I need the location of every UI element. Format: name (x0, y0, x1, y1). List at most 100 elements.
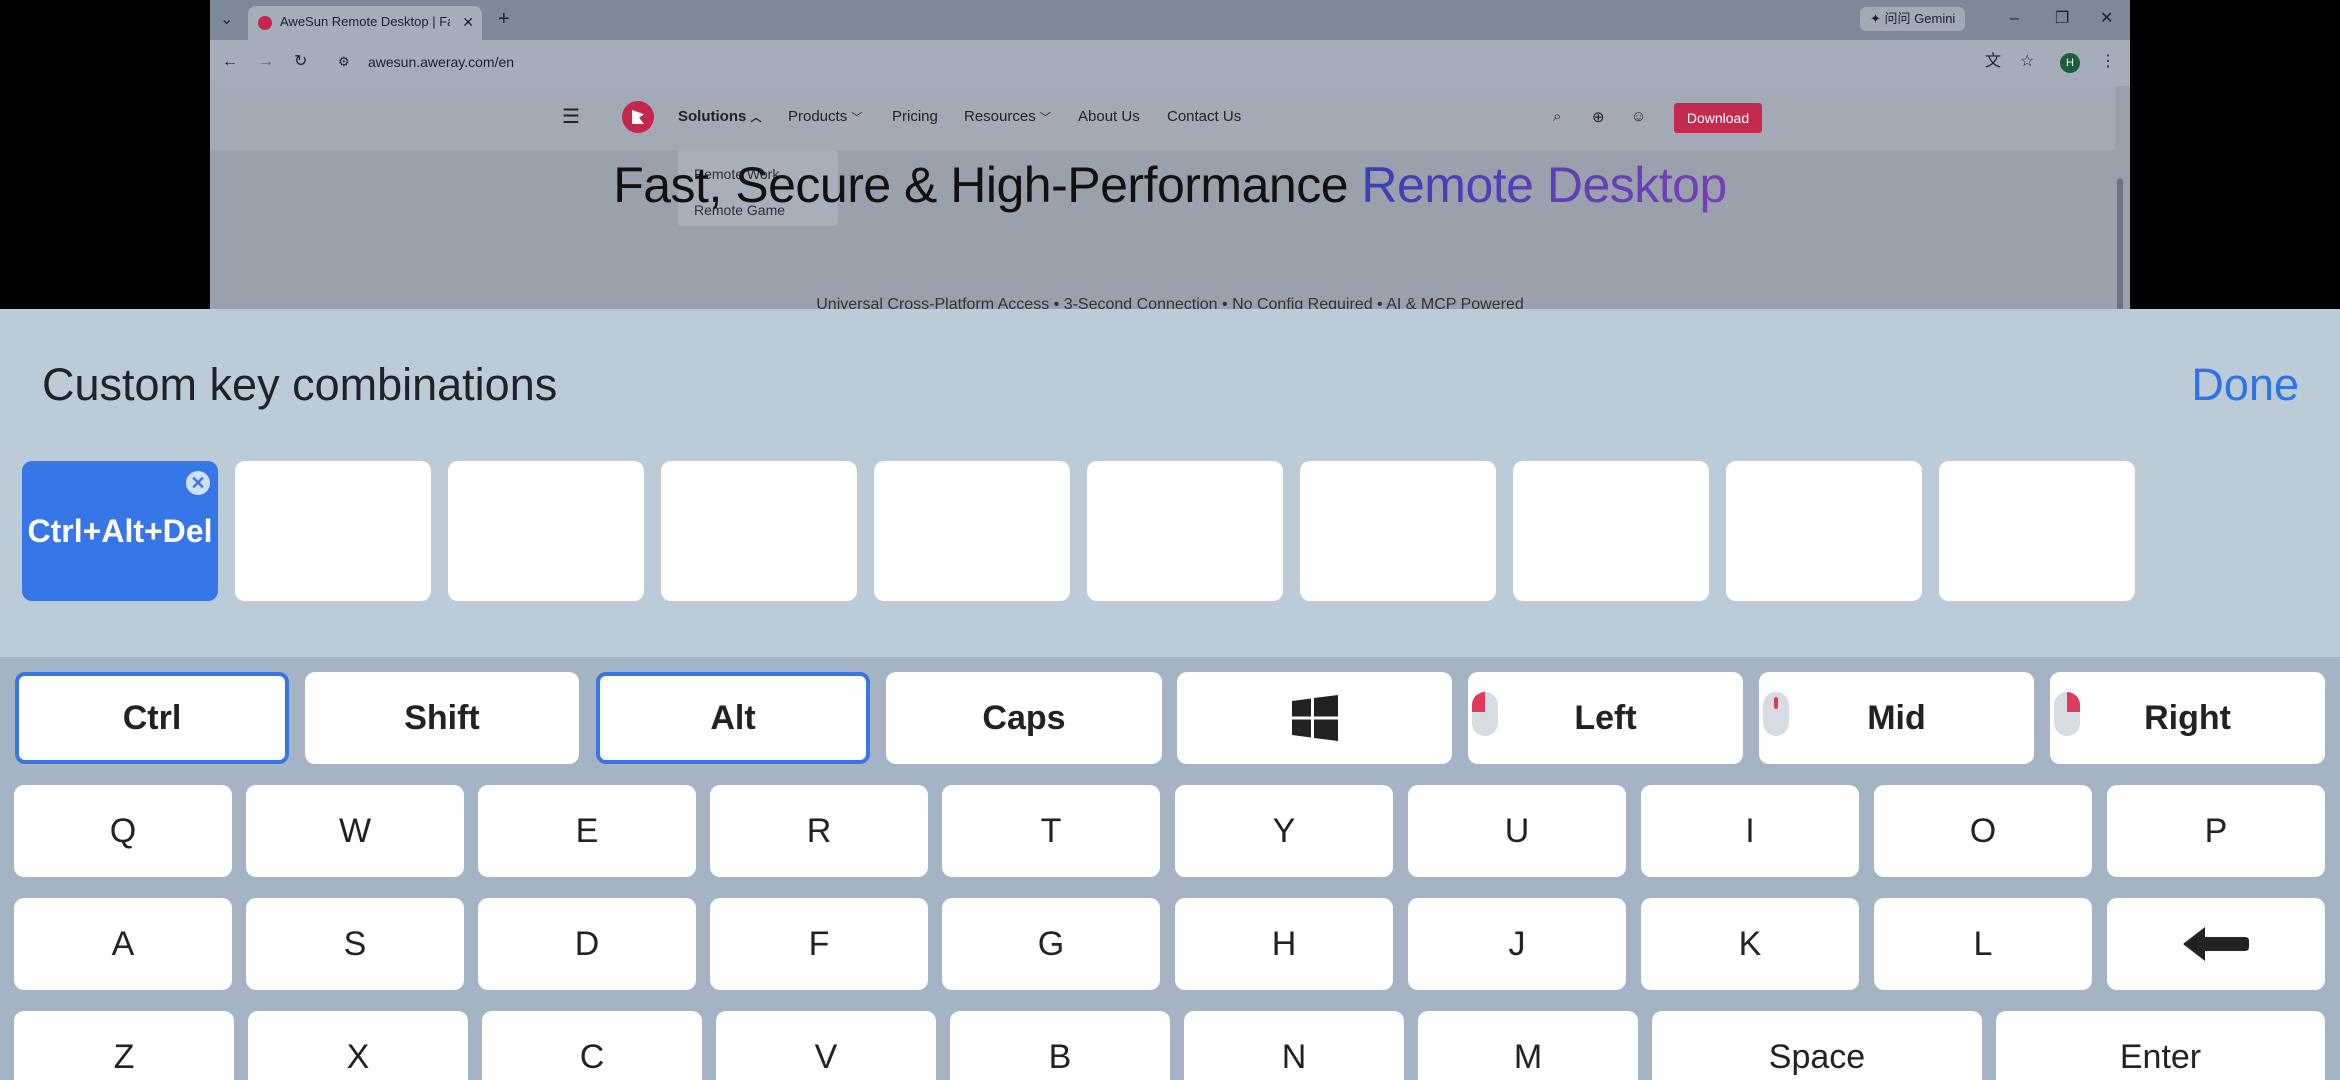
tab-bar: ⌄ AweSun Remote Desktop | Fa ✕ + ✦ 问问 Ge… (210, 0, 2130, 40)
remove-combo-icon[interactable]: ✕ (186, 471, 210, 495)
profile-avatar[interactable]: H (2060, 53, 2080, 73)
key-y-label: Y (1272, 811, 1296, 850)
restore-icon[interactable]: ❐ (2055, 9, 2069, 29)
key-b[interactable]: B (950, 1011, 1170, 1080)
key-combo-slot-3[interactable] (448, 461, 644, 601)
site-settings-icon[interactable]: ⚙ (338, 52, 350, 72)
key-combo-slot-8[interactable] (1513, 461, 1709, 601)
key-u[interactable]: U (1408, 785, 1626, 877)
nav-pricing[interactable]: Pricing (892, 108, 938, 125)
remote-desktop-view[interactable]: ⌄ AweSun Remote Desktop | Fa ✕ + ✦ 问问 Ge… (0, 0, 2340, 309)
key-g[interactable]: G (942, 898, 1160, 990)
back-icon[interactable]: ← (222, 52, 238, 72)
key-combo-label: Ctrl+Alt+Del (27, 513, 213, 549)
key-r[interactable]: R (710, 785, 928, 877)
nav-solutions[interactable]: Solutions ︿ (678, 108, 762, 125)
nav-about-us[interactable]: About Us (1078, 108, 1140, 125)
key-windows[interactable] (1177, 672, 1452, 764)
mouse-right-icon (2054, 692, 2080, 736)
key-p-label: P (2204, 811, 2228, 850)
key-t-label: T (1040, 811, 1062, 850)
key-combo-slot-5[interactable] (874, 461, 1070, 601)
awesun-logo[interactable] (622, 101, 654, 133)
hero-title: Fast, Secure & High-Performance Remote D… (210, 156, 2130, 214)
key-f[interactable]: F (710, 898, 928, 990)
key-i[interactable]: I (1641, 785, 1859, 877)
chevron-up-icon: ︿ (750, 112, 762, 124)
translate-icon[interactable]: 文 (1985, 52, 2001, 72)
globe-icon[interactable]: ⊕ (1592, 108, 1605, 126)
gemini-button[interactable]: ✦ 问问 Gemini (1860, 7, 1966, 31)
reload-icon[interactable]: ↻ (294, 52, 307, 72)
key-c[interactable]: C (482, 1011, 702, 1080)
key-mouse-middle[interactable]: Mid (1759, 672, 2034, 764)
key-k-label: K (1738, 924, 1762, 963)
new-tab-icon[interactable]: + (498, 9, 510, 29)
key-y[interactable]: Y (1175, 785, 1393, 877)
nav-resources[interactable]: Resources ﹀ (964, 108, 1051, 125)
download-button[interactable]: Download (1674, 103, 1762, 133)
key-z-label: Z (113, 1037, 135, 1076)
key-e-label: E (575, 811, 599, 850)
key-w[interactable]: W (246, 785, 464, 877)
key-a[interactable]: A (14, 898, 232, 990)
browser-tab[interactable]: AweSun Remote Desktop | Fa ✕ (248, 6, 482, 40)
user-icon[interactable]: ☺ (1631, 108, 1646, 125)
key-h[interactable]: H (1175, 898, 1393, 990)
key-mouse-left[interactable]: Left (1468, 672, 1743, 764)
browser-menu-icon[interactable]: ⋮ (2100, 52, 2116, 72)
key-v[interactable]: V (716, 1011, 936, 1080)
search-icon[interactable]: ⌕ (1553, 108, 1561, 125)
page-scrollbar[interactable] (2117, 178, 2123, 309)
key-x[interactable]: X (248, 1011, 468, 1080)
close-window-icon[interactable]: ✕ (2100, 9, 2113, 29)
done-button[interactable]: Done (2191, 359, 2299, 411)
key-t[interactable]: T (942, 785, 1160, 877)
forward-icon[interactable]: → (258, 52, 274, 72)
nav-solutions-label: Solutions (678, 108, 747, 125)
key-enter[interactable]: Enter (1996, 1011, 2325, 1080)
key-combo-slot-10[interactable] (1939, 461, 2135, 601)
key-n[interactable]: N (1184, 1011, 1404, 1080)
key-alt[interactable]: Alt (596, 672, 870, 764)
key-ctrl[interactable]: Ctrl (15, 672, 289, 764)
key-mouse-right-label: Right (2144, 698, 2231, 737)
key-o[interactable]: O (1874, 785, 2092, 877)
key-combo-slot-7[interactable] (1300, 461, 1496, 601)
key-caps[interactable]: Caps (886, 672, 1162, 764)
nav-resources-label: Resources (964, 108, 1036, 125)
key-z[interactable]: Z (14, 1011, 234, 1080)
key-combo-slot-9[interactable] (1726, 461, 1922, 601)
key-combo-slot-6[interactable] (1087, 461, 1283, 601)
key-mouse-right[interactable]: Right (2050, 672, 2325, 764)
url-field[interactable]: awesun.aweray.com/en (368, 54, 514, 70)
key-space[interactable]: Space (1652, 1011, 1982, 1080)
site-favicon-icon (258, 16, 272, 30)
key-combo-slot-4[interactable] (661, 461, 857, 601)
key-backspace[interactable] (2107, 898, 2325, 990)
key-m[interactable]: M (1418, 1011, 1638, 1080)
key-d[interactable]: D (478, 898, 696, 990)
key-p[interactable]: P (2107, 785, 2325, 877)
key-k[interactable]: K (1641, 898, 1859, 990)
nav-contact-us[interactable]: Contact Us (1167, 108, 1241, 125)
tab-search-icon[interactable]: ⌄ (220, 10, 233, 30)
key-s[interactable]: S (246, 898, 464, 990)
key-f-label: F (808, 924, 830, 963)
hero-title-accent: Remote Desktop (1361, 157, 1727, 213)
bookmark-star-icon[interactable]: ☆ (2020, 52, 2034, 72)
tab-title: AweSun Remote Desktop | Fa (280, 14, 450, 29)
nav-products[interactable]: Products ﹀ (788, 108, 862, 125)
minimize-icon[interactable]: – (2010, 9, 2019, 29)
key-e[interactable]: E (478, 785, 696, 877)
key-shift-label: Shift (404, 698, 480, 737)
hamburger-menu-icon[interactable]: ☰ (562, 104, 580, 129)
key-shift[interactable]: Shift (305, 672, 579, 764)
key-l[interactable]: L (1874, 898, 2092, 990)
key-space-label: Space (1768, 1037, 1866, 1076)
key-combo-slot-2[interactable] (235, 461, 431, 601)
key-combo-slot-1[interactable]: Ctrl+Alt+Del ✕ (22, 461, 218, 601)
key-q[interactable]: Q (14, 785, 232, 877)
key-j[interactable]: J (1408, 898, 1626, 990)
tab-close-icon[interactable]: ✕ (462, 14, 474, 31)
